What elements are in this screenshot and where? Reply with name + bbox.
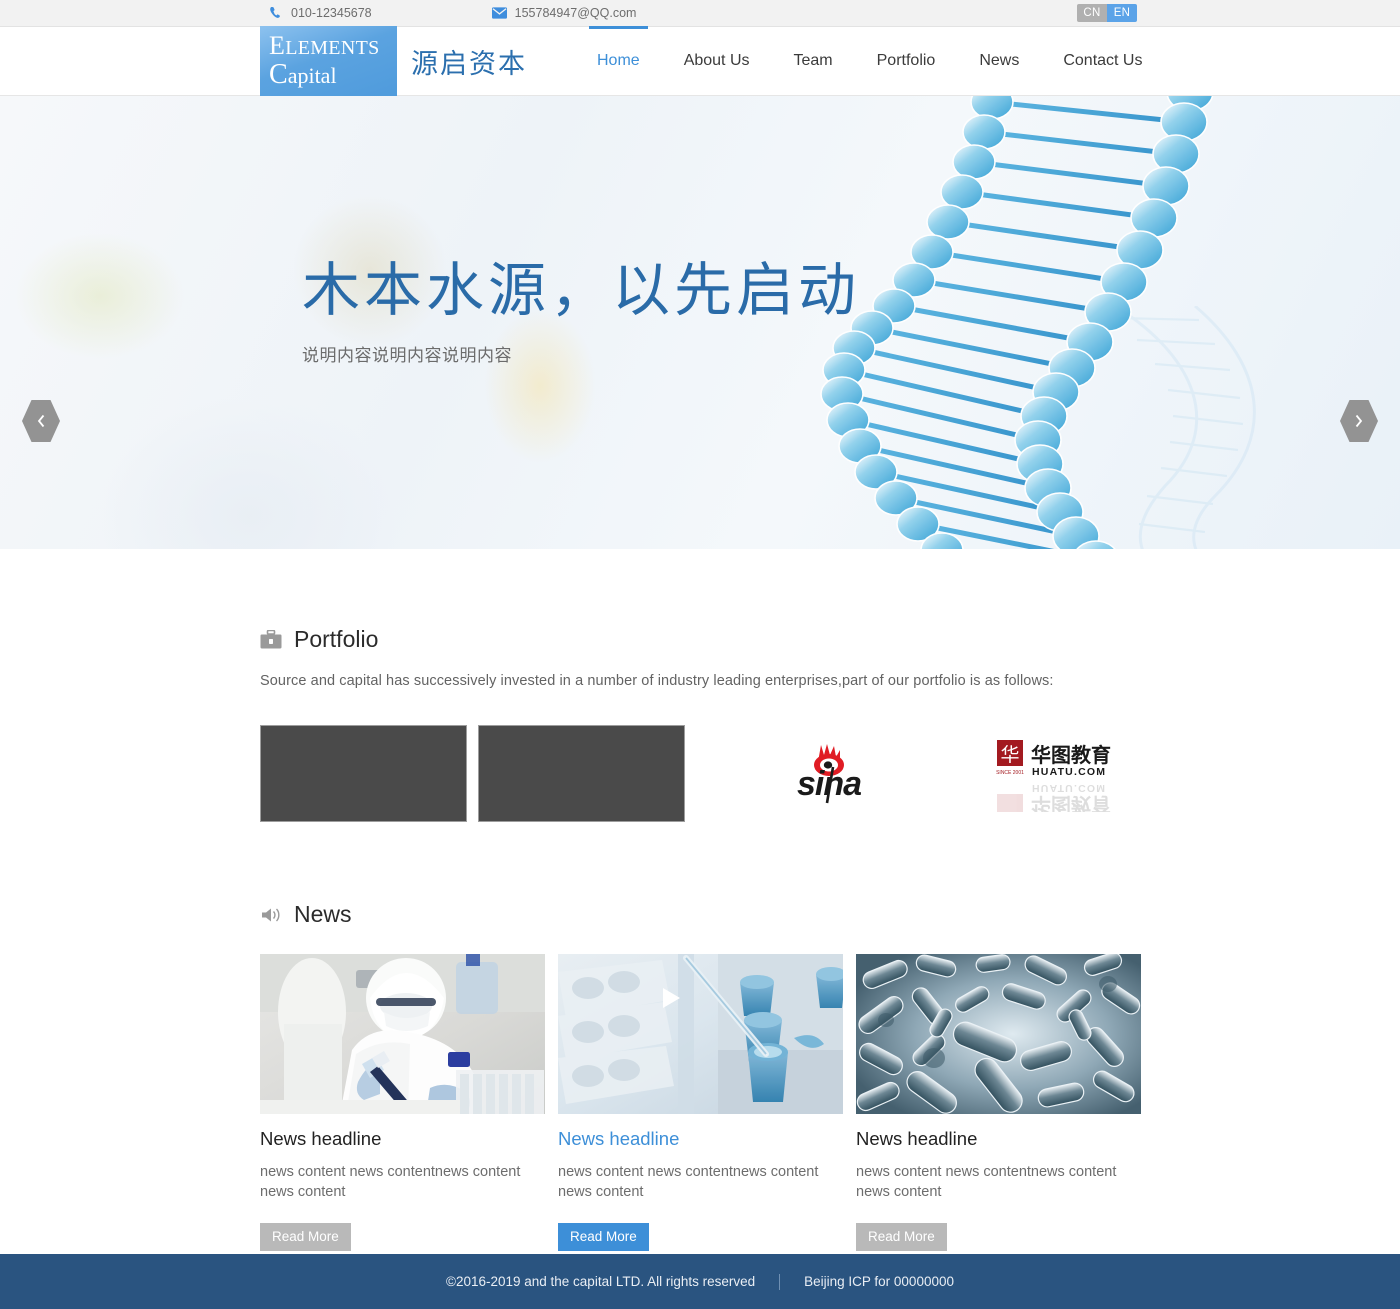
lang-button-en[interactable]: EN — [1107, 4, 1137, 22]
sina-logo-icon: sina — [797, 744, 862, 804]
news-thumbnail-lab-scientist[interactable] — [260, 954, 545, 1114]
news-body: news content news contentnews content ne… — [260, 1164, 521, 1200]
news-card: News headline news content news contentn… — [260, 954, 545, 1252]
read-more-button[interactable]: Read More — [260, 1223, 351, 1252]
footer-icp: Beijing ICP for 00000000 — [804, 1274, 954, 1289]
logo-chinese-name: 源启资本 — [411, 48, 527, 79]
huatu-logo-icon: 华 SINCE 2001 华图教育 HUATU.COM 华图教育 HUATU.C… — [996, 740, 1111, 812]
portfolio-section: Portfolio Source and capital has success… — [260, 549, 1140, 823]
portfolio-logo-huatu[interactable]: 华 SINCE 2001 华图教育 HUATU.COM 华图教育 HUATU.C… — [979, 734, 1140, 812]
news-thumbnail-bacteria[interactable] — [856, 954, 1141, 1114]
hero-carousel: 木本水源，以先启动 说明内容说明内容说明内容 — [0, 96, 1400, 549]
footer-copyright: ©2016-2019 and the capital LTD. All righ… — [446, 1274, 756, 1289]
top-contact-bar: 010-12345678 155784947@QQ.com CN EN — [0, 0, 1400, 27]
site-footer: ©2016-2019 and the capital LTD. All righ… — [0, 1254, 1400, 1309]
site-logo[interactable]: ELEMENTS Capital — [260, 26, 397, 96]
logo-text-elements: ELEMENTS — [269, 33, 397, 59]
contact-phone: 010-12345678 — [268, 6, 372, 21]
svg-text:SINCE 2001: SINCE 2001 — [996, 770, 1024, 776]
lang-button-cn[interactable]: CN — [1077, 4, 1107, 22]
nav-item-news[interactable]: News — [957, 27, 1041, 95]
phone-icon — [268, 6, 283, 21]
read-more-button[interactable]: Read More — [856, 1223, 947, 1252]
svg-text:HUATU.COM: HUATU.COM — [1032, 782, 1106, 794]
svg-text:HUATU.COM: HUATU.COM — [1032, 766, 1106, 778]
news-card: News headline news content news contentn… — [558, 954, 843, 1252]
nav-item-portfolio[interactable]: Portfolio — [855, 27, 958, 95]
hero-text-block: 木本水源，以先启动 说明内容说明内容说明内容 — [302, 258, 860, 366]
phone-number: 010-12345678 — [291, 6, 372, 20]
news-body: news content news contentnews content ne… — [856, 1164, 1117, 1200]
portfolio-logo-row: sina 华 SINCE 2001 华图教育 HUATU.COM 华图教育 HU… — [260, 723, 1140, 823]
portfolio-logo-sina[interactable]: sina — [767, 737, 919, 809]
svg-text:华: 华 — [1000, 744, 1019, 766]
logo-rest-capital: apital — [287, 63, 337, 88]
email-address: 155784947@QQ.com — [514, 6, 637, 20]
hero-subtitle: 说明内容说明内容说明内容 — [302, 345, 512, 365]
portfolio-title: Portfolio — [294, 626, 379, 652]
language-switcher[interactable]: CN EN — [1077, 4, 1137, 22]
hero-title: 木本水源，以先启动 — [302, 258, 861, 323]
logo-text-capital: Capital — [269, 61, 397, 89]
news-body: news content news contentnews content ne… — [558, 1164, 819, 1200]
news-card: News headline news content news contentn… — [856, 954, 1141, 1252]
chevron-left-icon — [35, 413, 47, 429]
speaker-icon — [260, 904, 282, 926]
contact-email: 155784947@QQ.com — [491, 6, 637, 21]
news-headline[interactable]: News headline — [260, 1128, 545, 1150]
news-thumbnail-pipette-samples[interactable] — [558, 954, 843, 1114]
envelope-icon — [491, 6, 507, 21]
svg-text:华图教育: 华图教育 — [1031, 793, 1111, 812]
carousel-next-button[interactable] — [1340, 400, 1378, 442]
news-header: News — [260, 901, 1140, 928]
portfolio-logo-placeholder-2[interactable] — [478, 724, 685, 822]
page-root: 010-12345678 155784947@QQ.com CN EN ELEM… — [0, 0, 1400, 1309]
carousel-prev-button[interactable] — [22, 400, 60, 442]
main-navigation: Home About Us Team Portfolio News Contac… — [575, 26, 1164, 95]
news-headline[interactable]: News headline — [856, 1128, 1141, 1150]
news-card-grid: News headline news content news contentn… — [260, 954, 1141, 1252]
site-header: ELEMENTS Capital 源启资本 Home About Us Team… — [0, 26, 1400, 96]
read-more-button[interactable]: Read More — [558, 1223, 649, 1252]
nav-item-about-us[interactable]: About Us — [662, 27, 772, 95]
nav-item-team[interactable]: Team — [772, 27, 855, 95]
svg-text:华图教育: 华图教育 — [1031, 743, 1111, 767]
portfolio-description: Source and capital has successively inve… — [260, 673, 1054, 689]
chevron-right-icon — [1353, 413, 1365, 429]
briefcase-icon — [260, 629, 282, 651]
portfolio-logo-placeholder-1[interactable] — [260, 724, 467, 822]
news-title: News — [294, 901, 352, 927]
news-section: News News headline news content news con… — [260, 823, 1141, 1252]
nav-item-contact-us[interactable]: Contact Us — [1041, 27, 1164, 95]
logo-cap-e: E — [269, 31, 286, 60]
logo-rest-elements: LEMENTS — [285, 37, 380, 59]
nav-item-home[interactable]: Home — [575, 26, 662, 95]
portfolio-header: Portfolio — [260, 626, 1140, 653]
footer-divider — [779, 1273, 781, 1290]
news-headline[interactable]: News headline — [558, 1128, 843, 1150]
logo-cap-c: C — [269, 59, 288, 90]
